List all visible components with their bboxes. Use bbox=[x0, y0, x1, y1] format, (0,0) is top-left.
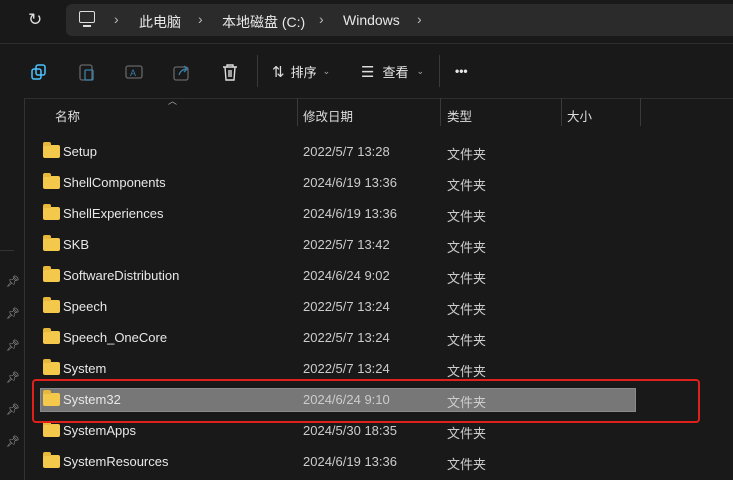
chevron-right-icon: › bbox=[114, 11, 119, 27]
column-divider[interactable] bbox=[561, 98, 562, 126]
file-type: 文件夹 bbox=[447, 364, 487, 379]
column-header-name[interactable]: 名称 bbox=[55, 106, 80, 125]
file-date: 2022/5/7 13:24 bbox=[303, 330, 390, 345]
pin-icon[interactable]: 📌︎ bbox=[6, 403, 20, 416]
nav-pane-border bbox=[24, 98, 25, 480]
file-name: Speech bbox=[63, 299, 108, 314]
file-type: 文件夹 bbox=[447, 457, 487, 472]
file-row[interactable]: SystemResources 2024/6/19 13:36 文件夹 bbox=[36, 446, 640, 477]
file-name: Setup bbox=[63, 144, 97, 159]
folder-icon bbox=[43, 421, 60, 437]
chevron-right-icon: › bbox=[319, 11, 324, 27]
file-type: 文件夹 bbox=[447, 271, 487, 286]
view-icon: ☰ bbox=[361, 63, 375, 81]
folder-icon bbox=[43, 266, 60, 282]
chevron-down-icon: ⌄ bbox=[416, 66, 425, 76]
file-type: 文件夹 bbox=[447, 426, 487, 441]
file-date: 2024/6/19 13:36 bbox=[303, 206, 397, 221]
pin-icon[interactable]: 📌︎ bbox=[6, 339, 20, 352]
column-header-type[interactable]: 类型 bbox=[447, 106, 472, 125]
file-date: 2024/6/24 9:02 bbox=[303, 268, 390, 283]
file-type: 文件夹 bbox=[447, 209, 487, 224]
file-date: 2022/5/7 13:42 bbox=[303, 237, 390, 252]
file-name: Speech_OneCore bbox=[63, 330, 168, 345]
file-row[interactable]: SKB 2022/5/7 13:42 文件夹 bbox=[36, 229, 640, 260]
folder-icon bbox=[43, 173, 60, 189]
folder-icon bbox=[43, 142, 60, 158]
file-date: 2024/6/19 13:36 bbox=[303, 175, 397, 190]
highlight-box bbox=[32, 379, 700, 423]
file-name: SKB bbox=[63, 237, 90, 252]
column-divider[interactable] bbox=[640, 98, 641, 126]
column-divider[interactable] bbox=[297, 98, 298, 126]
sort-button[interactable]: ⇅ 排序 ⌄ bbox=[272, 62, 330, 81]
file-row[interactable]: ShellExperiences 2024/6/19 13:36 文件夹 bbox=[36, 198, 640, 229]
rename-icon[interactable]: A bbox=[124, 62, 144, 82]
breadcrumb-this-pc[interactable]: 此电脑 bbox=[139, 12, 181, 32]
folder-icon bbox=[43, 359, 60, 375]
folder-icon bbox=[43, 297, 60, 313]
divider bbox=[0, 43, 733, 44]
sort-label: 排序 bbox=[290, 65, 317, 80]
file-type: 文件夹 bbox=[447, 302, 487, 317]
nav-pane-divider bbox=[0, 250, 14, 251]
chevron-down-icon: ⌄ bbox=[322, 66, 331, 76]
sort-icon: ⇅ bbox=[272, 63, 285, 81]
file-row[interactable]: Speech 2022/5/7 13:24 文件夹 bbox=[36, 291, 640, 322]
copy-icon[interactable] bbox=[30, 62, 50, 82]
computer-stand bbox=[83, 25, 91, 27]
pin-icon[interactable]: 📌︎ bbox=[6, 435, 20, 448]
view-button[interactable]: ☰ 查看 ⌄ bbox=[361, 62, 424, 81]
file-row[interactable]: SoftwareDistribution 2024/6/24 9:02 文件夹 bbox=[36, 260, 640, 291]
file-row[interactable]: Setup 2022/5/7 13:28 文件夹 bbox=[36, 136, 640, 167]
chevron-right-icon: › bbox=[198, 11, 203, 27]
pin-icon[interactable]: 📌︎ bbox=[6, 371, 20, 384]
breadcrumb-c-drive[interactable]: 本地磁盘 (C:) bbox=[222, 12, 305, 32]
computer-icon bbox=[79, 11, 95, 23]
file-date: 2022/5/7 13:24 bbox=[303, 299, 390, 314]
file-type: 文件夹 bbox=[447, 147, 487, 162]
folder-icon bbox=[43, 328, 60, 344]
file-type: 文件夹 bbox=[447, 333, 487, 348]
file-name: System bbox=[63, 361, 107, 376]
refresh-icon[interactable]: ↻ bbox=[28, 10, 42, 30]
share-icon[interactable] bbox=[172, 62, 192, 82]
file-date: 2022/5/7 13:24 bbox=[303, 361, 390, 376]
file-name: SystemResources bbox=[63, 454, 169, 469]
file-type: 文件夹 bbox=[447, 178, 487, 193]
folder-icon bbox=[43, 452, 60, 468]
toolbar-divider bbox=[439, 55, 440, 87]
more-options-button[interactable]: ••• bbox=[455, 64, 468, 78]
file-row[interactable]: Speech_OneCore 2022/5/7 13:24 文件夹 bbox=[36, 322, 640, 353]
file-type: 文件夹 bbox=[447, 240, 487, 255]
column-header-row bbox=[24, 98, 733, 126]
file-row[interactable]: ShellComponents 2024/6/19 13:36 文件夹 bbox=[36, 167, 640, 198]
file-name: ShellExperiences bbox=[63, 206, 164, 221]
svg-text:A: A bbox=[130, 68, 136, 78]
view-label: 查看 bbox=[382, 65, 409, 80]
column-divider[interactable] bbox=[440, 98, 441, 126]
pin-icon[interactable]: 📌︎ bbox=[6, 307, 20, 320]
file-date: 2024/5/30 18:35 bbox=[303, 423, 397, 438]
file-name: ShellComponents bbox=[63, 175, 166, 190]
folder-icon bbox=[43, 204, 60, 220]
column-header-date[interactable]: 修改日期 bbox=[303, 106, 353, 125]
delete-icon[interactable] bbox=[220, 62, 240, 82]
toolbar-divider bbox=[257, 55, 258, 87]
chevron-right-icon: › bbox=[417, 11, 422, 27]
paste-icon[interactable] bbox=[77, 62, 97, 82]
folder-icon bbox=[43, 235, 60, 251]
file-name: SystemApps bbox=[63, 423, 136, 438]
sort-ascending-icon: ︿ bbox=[168, 96, 178, 106]
column-header-size[interactable]: 大小 bbox=[567, 106, 592, 125]
breadcrumb-windows[interactable]: Windows bbox=[343, 12, 400, 28]
file-date: 2024/6/19 13:36 bbox=[303, 454, 397, 469]
file-name: SoftwareDistribution bbox=[63, 268, 180, 283]
file-date: 2022/5/7 13:28 bbox=[303, 144, 390, 159]
pin-icon[interactable]: 📌︎ bbox=[6, 275, 20, 288]
